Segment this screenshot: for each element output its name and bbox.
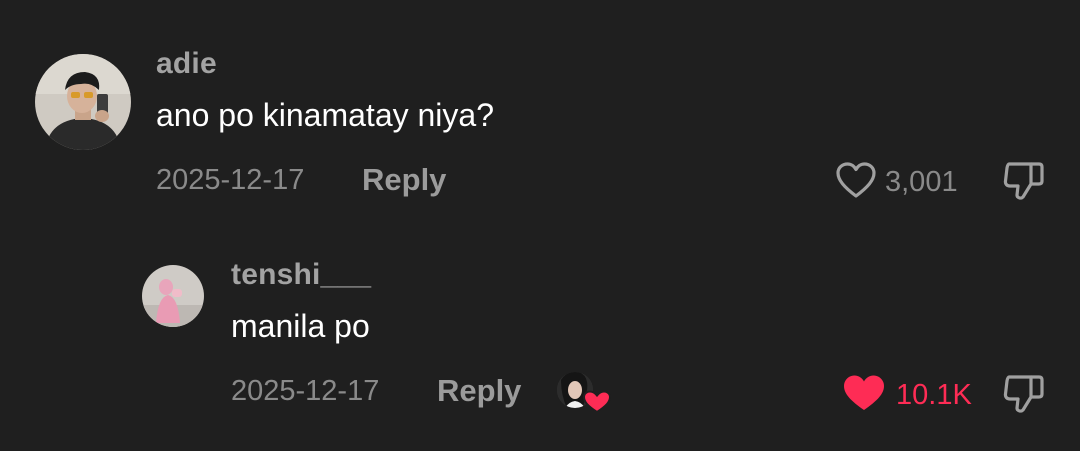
commenter-avatar[interactable] — [142, 265, 204, 327]
reply-button[interactable]: Reply — [437, 375, 521, 406]
reply-button[interactable]: Reply — [362, 164, 446, 195]
comment-date: 2025-12-17 — [231, 375, 380, 407]
comment-username[interactable]: tenshi___ — [231, 260, 371, 290]
thumbs-down-icon[interactable] — [1001, 373, 1047, 420]
like-button[interactable]: 10.1K — [842, 373, 972, 418]
like-count: 3,001 — [885, 166, 958, 198]
like-button[interactable]: 3,001 — [835, 161, 958, 204]
creator-liked-icon — [555, 368, 612, 414]
commenter-avatar[interactable] — [35, 54, 131, 150]
comment-date: 2025-12-17 — [156, 164, 305, 196]
comment-text: ano po kinamatay niya? — [156, 97, 494, 133]
heart-outline-icon — [835, 161, 877, 204]
comment-text: manila po — [231, 308, 370, 344]
thumbs-down-icon[interactable] — [1001, 160, 1047, 207]
like-count: 10.1K — [896, 379, 972, 411]
comment-username[interactable]: adie — [156, 49, 217, 79]
comment-thread: adie ano po kinamatay niya? 2025-12-17 R… — [0, 0, 1080, 451]
heart-filled-icon — [842, 373, 886, 418]
